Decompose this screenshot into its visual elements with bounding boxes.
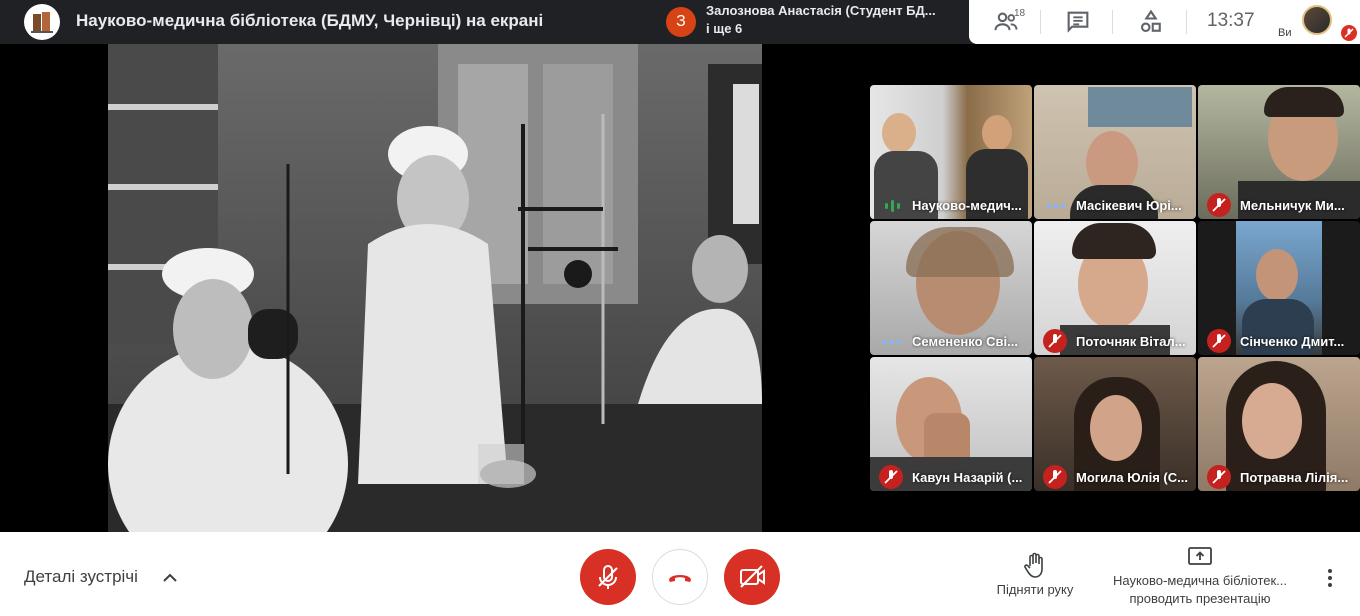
participant-label: Сінченко Дмит... xyxy=(1198,329,1360,355)
avatar xyxy=(1302,5,1332,35)
self-view[interactable]: Ви xyxy=(1275,0,1360,44)
participant-tile[interactable]: Масікевич Юрі... xyxy=(1034,85,1196,219)
library-logo-icon xyxy=(24,4,60,40)
leave-call-button[interactable] xyxy=(652,549,708,605)
chevron-up-icon[interactable] xyxy=(160,568,180,588)
participant-label: Поточняк Вітал... xyxy=(1034,329,1196,355)
audio-dots-icon xyxy=(1046,203,1066,209)
lab-photo-image xyxy=(108,44,762,532)
camera-off-icon xyxy=(740,565,765,588)
notification-text: Залознова Анастасія (Студент БД... xyxy=(706,3,936,18)
mic-off-icon xyxy=(1341,25,1357,41)
speaking-indicator-icon xyxy=(885,200,900,212)
hand-icon xyxy=(1024,552,1043,578)
self-label: Ви xyxy=(1278,27,1292,39)
participant-tile[interactable]: Семененко Сві... xyxy=(870,221,1032,355)
notification-avatar: З xyxy=(666,7,696,37)
camera-toggle-button[interactable] xyxy=(724,549,780,605)
presenting-indicator[interactable]: Науково-медична бібліотек... проводить п… xyxy=(1098,544,1302,608)
participant-tile[interactable]: Потравна Лілія... xyxy=(1198,357,1360,491)
participant-tile[interactable]: Науково-медич... xyxy=(870,85,1032,219)
meet-window: Науково-медична бібліотека (БДМУ, Чернів… xyxy=(0,0,1360,616)
bottom-bar: Деталі зустрічі Підняти руку Науково-мед… xyxy=(0,532,1360,616)
presenting-label: проводить презентацію xyxy=(1129,591,1271,606)
mic-off-icon xyxy=(598,565,618,589)
mic-off-icon xyxy=(1043,465,1067,489)
mic-off-icon xyxy=(879,465,903,489)
activities-icon[interactable] xyxy=(1137,8,1165,36)
present-screen-icon xyxy=(1188,547,1212,565)
meeting-details-button[interactable]: Деталі зустрічі xyxy=(24,567,138,587)
mic-off-icon xyxy=(1207,193,1231,217)
participant-tile[interactable]: Могила Юлія (С... xyxy=(1034,357,1196,491)
participant-label: Мельничук Ми... xyxy=(1198,193,1360,219)
mic-off-icon xyxy=(1207,329,1231,353)
presentation-screen xyxy=(108,44,762,532)
participant-tile[interactable]: Кавун Назарій (... xyxy=(870,357,1032,491)
mic-off-icon xyxy=(1207,465,1231,489)
hang-up-icon xyxy=(669,575,691,582)
participant-label: Потравна Лілія... xyxy=(1198,465,1360,491)
participant-tile[interactable]: Сінченко Дмит... xyxy=(1198,221,1360,355)
audio-dots-icon xyxy=(882,339,902,345)
more-options-icon[interactable] xyxy=(1318,566,1342,590)
people-count: 18 xyxy=(1014,8,1026,19)
raise-hand-button[interactable]: Підняти руку xyxy=(990,550,1080,610)
join-notification[interactable]: З Залознова Анастасія (Студент БД... і щ… xyxy=(658,0,970,44)
participant-label: Кавун Назарій (... xyxy=(870,465,1032,491)
participant-tile[interactable]: Мельничук Ми... xyxy=(1198,85,1360,219)
participant-label: Могила Юлія (С... xyxy=(1034,465,1196,491)
clock: 13:37 xyxy=(1207,10,1255,31)
participant-label: Масікевич Юрі... xyxy=(1034,193,1196,219)
presentation-title: Науково-медична бібліотека (БДМУ, Чернів… xyxy=(76,11,544,30)
chat-icon[interactable] xyxy=(1064,8,1092,36)
mic-toggle-button[interactable] xyxy=(580,549,636,605)
participant-label: Науково-медич... xyxy=(870,193,1032,219)
mic-off-icon xyxy=(1043,329,1067,353)
notification-more-text: і ще 6 xyxy=(706,21,743,36)
presenter-name: Науково-медична бібліотек... xyxy=(1112,573,1288,588)
participant-label: Семененко Сві... xyxy=(870,329,1032,355)
raise-hand-label: Підняти руку xyxy=(996,582,1074,597)
participant-tile[interactable]: Поточняк Вітал... xyxy=(1034,221,1196,355)
